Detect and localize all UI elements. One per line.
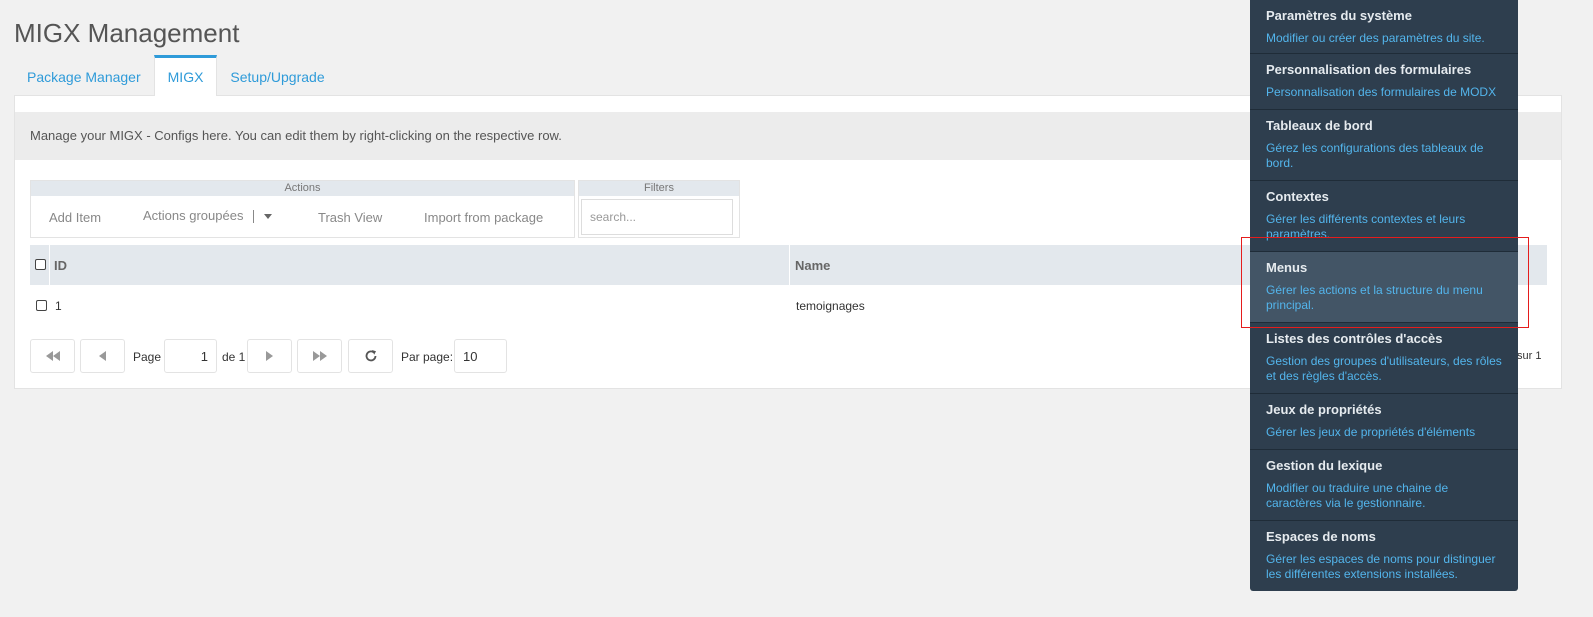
import-from-package-button[interactable]: Import from package: [424, 210, 543, 225]
total-pages-text: sur 1: [1517, 350, 1542, 362]
search-input[interactable]: [581, 199, 733, 235]
menu-item-description: Modifier ou traduire une chaine de carac…: [1266, 481, 1449, 510]
per-page-input[interactable]: [454, 339, 507, 373]
double-chevron-left-icon: [45, 351, 60, 361]
grouped-actions-button[interactable]: Actions groupées: [143, 208, 273, 224]
page-label: Page: [133, 350, 162, 364]
menu-item-title: Paramètres du système: [1266, 8, 1412, 23]
menu-item-title: Listes des contrôles d'accès: [1266, 331, 1443, 346]
chevron-left-icon: [99, 351, 106, 361]
tab-setup-upgrade[interactable]: Setup/Upgrade: [217, 55, 337, 96]
split-separator: [253, 210, 255, 224]
menu-item-description: Gestion des groupes d'utilisateurs, des …: [1266, 354, 1502, 383]
menu-item-description: Gérer les espaces de noms pour distingue…: [1266, 552, 1496, 581]
menu-item-title: Personnalisation des formulaires: [1266, 62, 1472, 77]
chevron-down-icon[interactable]: [264, 214, 273, 220]
menu-item-title: Jeux de propriétés: [1266, 402, 1382, 417]
refresh-icon: [365, 350, 376, 362]
last-page-button[interactable]: [297, 339, 342, 373]
menu-item-system-settings[interactable]: Paramètres du système Modifier ou créer …: [1250, 0, 1518, 54]
column-header-id[interactable]: ID: [54, 258, 67, 273]
tab-migx[interactable]: MIGX: [153, 55, 218, 96]
prev-page-button[interactable]: [80, 339, 125, 373]
row-checkbox[interactable]: [36, 300, 47, 311]
tab-bar: Package Manager MIGX Setup/Upgrade: [14, 55, 338, 96]
menu-item-description: Personnalisation des formulaires de MODX: [1266, 85, 1497, 99]
add-item-button[interactable]: Add Item: [49, 210, 101, 225]
menu-item-description: Gérer les jeux de propriétés d'éléments: [1266, 425, 1476, 439]
chevron-right-icon: [266, 351, 273, 361]
tab-package-manager[interactable]: Package Manager: [14, 55, 154, 96]
column-separator: [789, 245, 790, 285]
highlight-box: [1241, 237, 1529, 328]
menu-item-property-sets[interactable]: Jeux de propriétés Gérer les jeux de pro…: [1250, 394, 1518, 450]
double-chevron-right-icon: [312, 351, 327, 361]
menu-item-title: Gestion du lexique: [1266, 458, 1383, 473]
actions-group-title: Actions: [31, 181, 574, 196]
filters-group-title: Filters: [579, 181, 739, 196]
page-count-label: de 1: [222, 350, 246, 364]
per-page-label: Par page:: [401, 350, 454, 364]
next-page-button[interactable]: [247, 339, 292, 373]
menu-item-description: Modifier ou créer des paramètres du site…: [1266, 31, 1485, 45]
select-all-checkbox[interactable]: [35, 259, 46, 270]
menu-item-form-customization[interactable]: Personnalisation des formulaires Personn…: [1250, 54, 1518, 110]
trash-view-button[interactable]: Trash View: [318, 210, 382, 225]
row-id: 1: [55, 299, 62, 313]
menu-item-title: Tableaux de bord: [1266, 118, 1373, 133]
refresh-button[interactable]: [348, 339, 393, 373]
column-header-name[interactable]: Name: [795, 258, 830, 273]
menu-item-title: Espaces de noms: [1266, 529, 1376, 544]
grouped-actions-label: Actions groupées: [143, 208, 244, 223]
menu-item-dashboards[interactable]: Tableaux de bord Gérez les configuration…: [1250, 110, 1518, 181]
menu-item-description: Gérez les configurations des tableaux de…: [1266, 141, 1484, 170]
menu-item-access-control-lists[interactable]: Listes des contrôles d'accès Gestion des…: [1250, 323, 1518, 394]
first-page-button[interactable]: [30, 339, 75, 373]
menu-item-title: Contextes: [1266, 189, 1329, 204]
actions-toolbar: Actions Add Item Actions groupées Trash …: [30, 180, 575, 238]
page-number-input[interactable]: [164, 339, 217, 373]
menu-item-lexicon-management[interactable]: Gestion du lexique Modifier ou traduire …: [1250, 450, 1518, 521]
column-separator: [49, 245, 50, 285]
filters-toolbar: Filters: [578, 180, 740, 238]
row-name: temoignages: [796, 299, 865, 313]
menu-item-namespaces[interactable]: Espaces de noms Gérer les espaces de nom…: [1250, 521, 1518, 591]
page-title: MIGX Management: [14, 18, 240, 48]
